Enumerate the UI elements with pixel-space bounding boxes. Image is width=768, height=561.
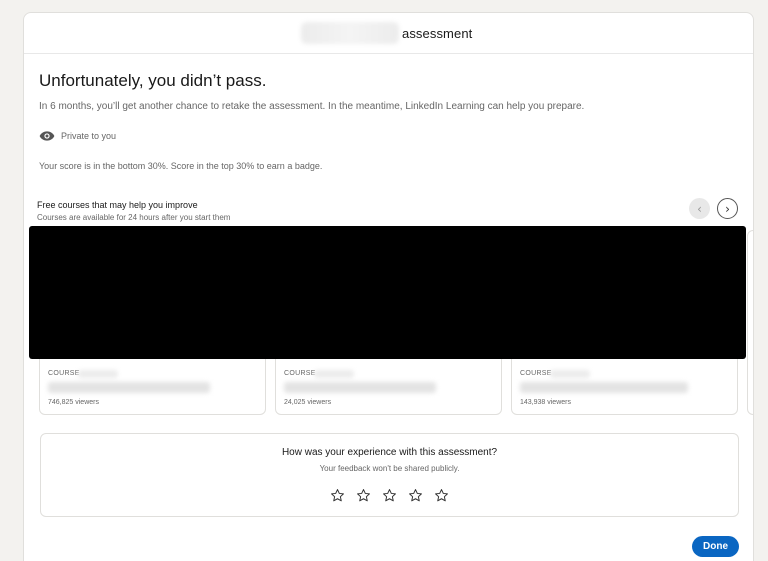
star-outline-icon	[383, 488, 396, 501]
course-viewers: 24,025 viewers	[284, 399, 332, 406]
redacted-region	[29, 226, 746, 359]
star-outline-icon	[357, 488, 370, 501]
chevron-right-icon: ›	[725, 201, 730, 216]
privacy-indicator: Private to you	[39, 130, 116, 142]
star-outline-icon	[409, 488, 422, 501]
star-rating	[41, 485, 738, 505]
feedback-panel: How was your experience with this assess…	[40, 433, 739, 517]
star-rating-3[interactable]	[380, 485, 400, 505]
modal-header: assessment	[24, 13, 753, 54]
feedback-question: How was your experience with this assess…	[281, 447, 498, 458]
result-headline: Unfortunately, you didn’t pass.	[39, 71, 267, 90]
privacy-label: Private to you	[61, 131, 117, 141]
blurred-course-title	[284, 382, 436, 393]
course-type-label: COURSE	[284, 370, 316, 377]
done-button[interactable]: Done	[692, 536, 739, 557]
blurred-duration	[78, 370, 118, 378]
score-text: Your score is in the bottom 30%. Score i…	[39, 161, 323, 171]
star-rating-5[interactable]	[432, 485, 452, 505]
modal-title: assessment	[402, 26, 473, 41]
star-outline-icon	[331, 488, 344, 501]
courses-section-subtitle: Courses are available for 24 hours after…	[37, 213, 231, 222]
blurred-duration	[314, 370, 354, 378]
star-rating-1[interactable]	[328, 485, 348, 505]
courses-section-title: Free courses that may help you improve	[37, 200, 198, 210]
course-card-partial[interactable]	[747, 230, 753, 415]
star-rating-4[interactable]	[406, 485, 426, 505]
course-type-label: COURSE	[520, 370, 552, 377]
result-subtext: In 6 months, you’ll get another chance t…	[39, 101, 585, 112]
blurred-duration	[550, 370, 590, 378]
carousel-next-button[interactable]: ›	[717, 198, 738, 219]
blurred-skill-name	[301, 22, 399, 44]
course-type-label: COURSE	[48, 370, 80, 377]
blurred-course-title	[520, 382, 688, 393]
course-viewers: 143,938 viewers	[520, 399, 571, 406]
course-viewers: 746,825 viewers	[48, 399, 99, 406]
carousel-prev-button[interactable]: ‹	[689, 198, 710, 219]
feedback-note: Your feedback won't be shared publicly.	[319, 464, 460, 473]
star-outline-icon	[435, 488, 448, 501]
star-rating-2[interactable]	[354, 485, 374, 505]
eye-icon	[39, 131, 55, 141]
chevron-left-icon: ‹	[697, 201, 702, 216]
blurred-course-title	[48, 382, 210, 393]
